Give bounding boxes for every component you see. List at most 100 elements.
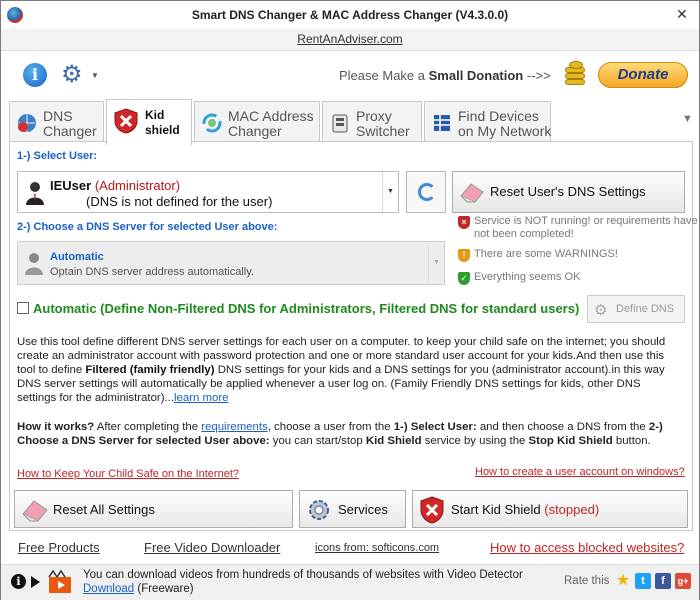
- network-icon: [431, 112, 453, 134]
- shield-warning-icon: !: [458, 249, 470, 262]
- eraser-icon: [22, 500, 48, 522]
- create-user-account-link[interactable]: How to create a user account on windows?: [475, 466, 685, 478]
- tab-overflow-chevron-icon[interactable]: ▼: [682, 113, 693, 125]
- tab-label-line1: Proxy: [356, 108, 392, 124]
- dns-globe-icon: [16, 112, 38, 134]
- tab-dns-changer[interactable]: DNS Changer: [9, 101, 104, 143]
- free-video-downloader-link[interactable]: Free Video Downloader: [144, 540, 280, 555]
- start-kid-text: Start Kid Shield: [451, 502, 541, 517]
- play-icon[interactable]: [31, 576, 40, 588]
- tab-label-line1: MAC Address: [228, 108, 314, 124]
- kid-shield-icon: [113, 108, 139, 134]
- learn-more-link[interactable]: learn more: [174, 392, 228, 404]
- tab-label-line2: Changer: [228, 123, 282, 139]
- tab-mac-address-changer[interactable]: MAC Address Changer: [194, 101, 320, 143]
- dns-option-desc: Optain DNS server address automatically.: [50, 266, 254, 278]
- dns-option-title: Automatic: [50, 251, 104, 263]
- keep-child-safe-link[interactable]: How to Keep Your Child Safe on the Inter…: [17, 468, 239, 480]
- how-bold: Kid Shield: [365, 435, 422, 447]
- gears-icon: [309, 500, 329, 520]
- how-text: button.: [612, 435, 651, 447]
- tab-label-line2: Switcher: [356, 123, 410, 139]
- info-icon[interactable]: i: [11, 574, 26, 589]
- download-link[interactable]: Download: [83, 583, 134, 595]
- site-link[interactable]: RentAnAdviser.com: [1, 32, 699, 46]
- star-icon[interactable]: ★: [615, 573, 631, 589]
- user-select[interactable]: IEUser (Administrator) (DNS is not defin…: [17, 171, 399, 213]
- video-detector-icon: [47, 569, 77, 597]
- facebook-icon[interactable]: f: [655, 573, 671, 589]
- tab-label-line2: Changer: [43, 123, 97, 139]
- how-text: , choose a user from the: [267, 421, 394, 433]
- tab-kid-shield[interactable]: Kid shield: [106, 99, 192, 145]
- donation-prefix: Please Make a: [339, 68, 425, 83]
- info-icon[interactable]: i: [23, 63, 47, 87]
- user-name: IEUser: [50, 178, 92, 193]
- services-label: Services: [338, 502, 388, 517]
- reset-user-dns-button[interactable]: Reset User's DNS Settings: [452, 171, 685, 213]
- tab-find-devices[interactable]: Find Devices on My Network: [424, 101, 551, 143]
- how-bold: Stop Kid Shield: [528, 435, 613, 447]
- app-window: Smart DNS Changer & MAC Address Changer …: [0, 0, 700, 600]
- tab-proxy-switcher[interactable]: Proxy Switcher: [322, 101, 422, 143]
- gear-icon: ⚙: [594, 302, 608, 319]
- close-icon[interactable]: ✕: [671, 5, 693, 23]
- how-heading: How it works?: [17, 421, 95, 433]
- services-button[interactable]: Services: [299, 490, 406, 528]
- reset-all-label: Reset All Settings: [53, 502, 155, 517]
- status-bar: i You can download videos from hundreds …: [1, 564, 699, 600]
- title-bar: Smart DNS Changer & MAC Address Changer …: [1, 1, 699, 29]
- how-text: and then choose a DNS from the: [476, 421, 649, 433]
- step2-label: 2-) Choose a DNS Server for selected Use…: [17, 221, 278, 233]
- promo-text: You can download videos from hundreds of…: [83, 569, 523, 581]
- automatic-checkbox[interactable]: [17, 302, 29, 314]
- define-dns-label: Define DNS: [616, 303, 675, 315]
- reset-all-settings-button[interactable]: Reset All Settings: [14, 490, 293, 528]
- reset-user-dns-label: Reset User's DNS Settings: [490, 184, 646, 199]
- how-text: you can start/stop: [269, 435, 366, 447]
- define-dns-button[interactable]: ⚙ Define DNS: [587, 295, 685, 323]
- rate-label: Rate this: [564, 575, 610, 587]
- mac-refresh-icon: [201, 112, 223, 134]
- automatic-option-label[interactable]: Automatic (Define Non-Filtered DNS for A…: [33, 301, 579, 316]
- chevron-down-icon: ▼: [91, 71, 99, 80]
- tab-label-line1: Kid: [145, 108, 165, 122]
- how-bold: 1-) Select User:: [393, 421, 477, 433]
- blocked-websites-link[interactable]: How to access blocked websites?: [490, 540, 684, 555]
- promo-line2: Download (Freeware): [83, 583, 194, 595]
- donation-arrow: -->>: [526, 68, 551, 83]
- how-it-works-text: How it works? After completing the requi…: [17, 420, 681, 448]
- user-avatar-icon: [24, 180, 46, 206]
- tab-label-line2: shield: [145, 123, 180, 137]
- window-title: Smart DNS Changer & MAC Address Changer …: [191, 8, 509, 22]
- coins-icon: [563, 61, 589, 87]
- user-role: (Administrator): [94, 178, 181, 193]
- description-text: Use this tool define different DNS serve…: [17, 335, 681, 405]
- donation-prompt: Please Make a Small Donation -->>: [339, 68, 551, 83]
- google-plus-icon[interactable]: g+: [675, 573, 691, 589]
- kid-shield-state: (stopped): [544, 502, 600, 517]
- user-dns-note: (DNS is not defined for the user): [86, 194, 273, 209]
- freeware-label: (Freeware): [137, 583, 194, 595]
- eraser-icon: [460, 183, 484, 203]
- refresh-icon: [418, 183, 436, 201]
- free-products-link[interactable]: Free Products: [18, 540, 100, 555]
- settings-menu-button[interactable]: ⚙ ▼: [61, 61, 101, 89]
- tab-label-line1: Find Devices: [458, 108, 539, 124]
- how-text: After completing the: [94, 421, 202, 433]
- shield-error-icon: ×: [458, 216, 470, 229]
- requirements-link[interactable]: requirements: [201, 421, 267, 433]
- dropdown-arrow-icon[interactable]: ▼: [428, 242, 444, 284]
- donate-button[interactable]: Donate: [598, 62, 688, 88]
- shield-ok-icon: ✓: [458, 272, 470, 285]
- twitter-icon[interactable]: t: [635, 573, 651, 589]
- dropdown-arrow-icon[interactable]: ▼: [382, 172, 398, 212]
- step1-label: 1-) Select User:: [17, 150, 98, 162]
- start-kid-shield-button[interactable]: Start Kid Shield (stopped): [412, 490, 688, 528]
- icons-credit-link[interactable]: icons from: softicons.com: [315, 542, 439, 554]
- dns-server-select[interactable]: Automatic Optain DNS server address auto…: [17, 241, 445, 285]
- donation-bold: Small Donation: [428, 68, 524, 83]
- refresh-users-button[interactable]: [406, 171, 446, 213]
- proxy-icon: [329, 112, 351, 134]
- desc-bold: Filtered (family friendly): [85, 364, 215, 376]
